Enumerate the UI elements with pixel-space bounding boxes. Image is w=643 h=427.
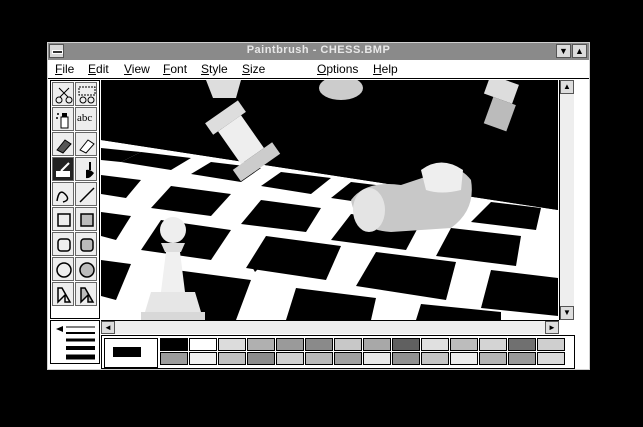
spraycan-tool[interactable] <box>52 107 74 131</box>
palette-swatch[interactable] <box>247 338 275 351</box>
line-size-box[interactable] <box>50 320 100 364</box>
scroll-down-button[interactable]: ▼ <box>560 306 574 320</box>
box-tool[interactable] <box>52 207 74 231</box>
filled-polygon-icon <box>80 287 95 304</box>
menu-edit[interactable]: Edit <box>88 62 109 76</box>
eraser-tool[interactable] <box>75 132 97 156</box>
palette-swatch[interactable] <box>508 338 536 351</box>
brush-tool[interactable] <box>75 157 97 181</box>
drawing-canvas[interactable] <box>101 80 558 320</box>
palette-swatch[interactable] <box>305 352 333 365</box>
circle-icon <box>56 262 72 278</box>
menu-options[interactable]: Options <box>317 62 358 76</box>
scroll-right-button[interactable]: ► <box>545 321 559 334</box>
palette-swatch[interactable] <box>218 352 246 365</box>
window-title: Paintbrush - CHESS.BMP <box>246 44 391 56</box>
palette-swatch[interactable] <box>305 338 333 351</box>
line-tool[interactable] <box>75 182 97 206</box>
palette-swatch[interactable] <box>363 352 391 365</box>
palette-swatch[interactable] <box>421 338 449 351</box>
filled-rounded-box-tool[interactable] <box>75 232 97 256</box>
filled-circle-icon <box>79 262 95 278</box>
palette-swatch[interactable] <box>276 338 304 351</box>
horizontal-scrollbar[interactable]: ◄ ► <box>101 320 559 334</box>
filled-rounded-box-icon <box>80 238 94 252</box>
palette-swatch[interactable] <box>421 352 449 365</box>
rounded-box-icon <box>57 238 71 252</box>
text-tool[interactable]: abc <box>75 107 97 131</box>
filled-polygon-tool[interactable] <box>75 282 97 306</box>
palette-swatch[interactable] <box>160 338 188 351</box>
paintbrush-window: Paintbrush - CHESS.BMP ▼ ▲ File Edit Vie… <box>47 42 590 370</box>
palette-swatch[interactable] <box>247 352 275 365</box>
filled-circle-tool[interactable] <box>75 257 97 281</box>
brush-icon <box>86 162 94 179</box>
palette-swatch[interactable] <box>450 352 478 365</box>
filled-box-icon <box>80 213 94 227</box>
title-bar[interactable]: Paintbrush - CHESS.BMP ▼ ▲ <box>48 43 589 61</box>
toolbox: abc <box>50 80 100 319</box>
curve-tool[interactable] <box>52 182 74 206</box>
scroll-up-button[interactable]: ▲ <box>560 80 574 94</box>
palette-swatch[interactable] <box>334 338 362 351</box>
color-eraser-tool[interactable] <box>52 132 74 156</box>
current-colors[interactable] <box>104 338 158 368</box>
polygon-tool[interactable] <box>52 282 74 306</box>
curve-icon <box>56 191 69 203</box>
palette-swatch[interactable] <box>479 338 507 351</box>
palette-swatch[interactable] <box>392 352 420 365</box>
menu-font[interactable]: Font <box>163 62 187 76</box>
palette-swatch[interactable] <box>334 352 362 365</box>
vertical-scrollbar[interactable]: ▲ ▼ <box>559 80 574 320</box>
scroll-left-button[interactable]: ◄ <box>101 321 115 334</box>
color-palette <box>101 335 575 369</box>
scissors-icon <box>55 87 73 104</box>
pick-scissors-icon <box>78 86 96 104</box>
circle-tool[interactable] <box>52 257 74 281</box>
menu-file[interactable]: File <box>55 62 74 76</box>
palette-swatch[interactable] <box>450 338 478 351</box>
chess-image <box>101 80 558 320</box>
menu-bar: File Edit View Font Style Size Options H… <box>48 60 589 79</box>
palette-swatch[interactable] <box>218 338 246 351</box>
polygon-icon <box>57 287 72 304</box>
scissors-tool[interactable] <box>52 82 74 106</box>
palette-swatch[interactable] <box>189 338 217 351</box>
paint-roller-tool[interactable] <box>52 157 74 181</box>
pick-tool[interactable] <box>75 82 97 106</box>
eraser-icon <box>79 139 95 154</box>
rounded-box-tool[interactable] <box>52 232 74 256</box>
text-tool-label: abc <box>77 112 93 124</box>
palette-swatch[interactable] <box>392 338 420 351</box>
palette-swatch[interactable] <box>276 352 304 365</box>
palette-swatch[interactable] <box>537 352 565 365</box>
filled-box-tool[interactable] <box>75 207 97 231</box>
foreground-color <box>113 347 141 357</box>
menu-style[interactable]: Style <box>201 62 228 76</box>
spraycan-icon <box>56 113 69 129</box>
maximize-button[interactable]: ▲ <box>572 44 587 58</box>
line-icon <box>79 187 95 203</box>
palette-swatch[interactable] <box>189 352 217 365</box>
line-sizes-icon <box>56 326 95 360</box>
palette-swatch[interactable] <box>160 352 188 365</box>
palette-swatch[interactable] <box>479 352 507 365</box>
menu-size[interactable]: Size <box>242 62 265 76</box>
color-eraser-icon <box>56 139 72 154</box>
minimize-button[interactable]: ▼ <box>556 44 571 58</box>
palette-swatch[interactable] <box>508 352 536 365</box>
menu-view[interactable]: View <box>124 62 150 76</box>
paint-roller-icon <box>56 162 70 177</box>
palette-swatch[interactable] <box>537 338 565 351</box>
box-icon <box>57 213 71 227</box>
menu-help[interactable]: Help <box>373 62 398 76</box>
palette-swatch[interactable] <box>363 338 391 351</box>
